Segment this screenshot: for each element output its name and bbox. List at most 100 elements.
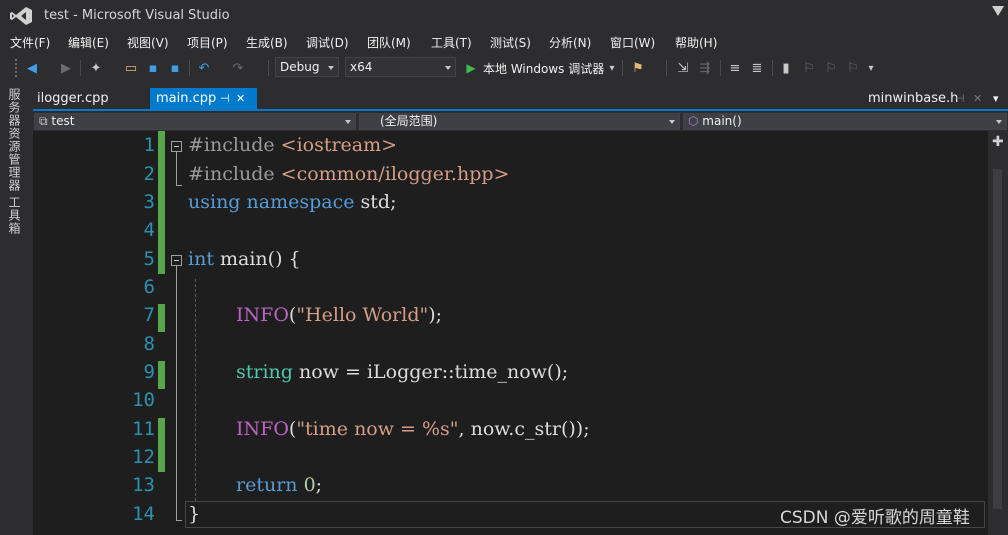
split-window-icon[interactable]: ✚ [992,134,1004,150]
menu-file[interactable]: 文件(F) [10,34,50,51]
chevron-down-icon [445,66,451,70]
toolbox-tab[interactable]: 工具箱 [7,196,23,235]
pin-tab-icon[interactable]: ⊣ [955,88,965,110]
navigate-back-icon[interactable]: ◀ [24,59,40,77]
next-bookmark-icon[interactable]: ⚐ [824,59,838,77]
line-number: 10 [132,389,155,411]
code-line-2: #include <common/ilogger.hpp> [188,163,509,185]
code-editor[interactable]: 1 2 3 4 5 6 7 8 9 10 11 12 13 14 #includ… [33,131,988,535]
menu-help[interactable]: 帮助(H) [675,34,717,51]
indent-guide [195,279,196,501]
solution-platform-dropdown[interactable]: x64 [345,57,456,77]
start-debugging-button[interactable]: 本地 Windows 调试器 [483,59,607,77]
include-header: <common/ilogger.hpp> [280,163,510,185]
line-number: 4 [143,219,155,241]
menu-project[interactable]: 项目(P) [187,34,228,51]
code-line-9: string now = iLogger::time_now(); [236,361,568,383]
menu-tools[interactable]: 工具(T) [431,34,472,51]
macro-name: INFO [236,304,289,326]
type-name: string [236,361,293,383]
menu-window[interactable]: 窗口(W) [610,34,655,51]
saved-change-bar [158,418,165,472]
line-number: 1 [143,134,155,156]
code-line-7: INFO("Hello World"); [236,304,442,326]
platform-value: x64 [350,60,373,74]
line-number: 5 [143,248,155,270]
member-value: main() [702,114,742,128]
line-number: 2 [143,163,155,185]
server-explorer-tab[interactable]: 服务器资源管理器 [7,88,23,192]
toolbar-separator [268,60,269,76]
member-dropdown[interactable]: ⬡ main() [683,113,1007,130]
code-line-1: #include <iostream> [188,134,397,156]
open-file-icon[interactable]: ▭ [123,59,139,77]
bookmark-icon[interactable]: ▮ [780,59,792,77]
toolbar-separator [80,60,81,76]
redo-icon[interactable]: ↷ [230,59,246,77]
uncomment-lines-icon[interactable]: ≣ [750,59,764,77]
clear-bookmarks-icon[interactable]: ⚐ [846,59,860,77]
menu-edit[interactable]: 编辑(E) [68,34,109,51]
undo-icon[interactable]: ↶ [196,59,212,77]
save-all-icon[interactable]: ▪ [167,59,183,77]
menu-bar: 文件(F) 编辑(E) 视图(V) 项目(P) 生成(B) 调试(D) 团队(M… [0,30,1008,52]
keyword: return [236,474,298,496]
comment-lines-icon[interactable]: ≡ [728,59,742,77]
toolbar-overflow-icon[interactable]: ▾ [866,59,876,77]
code-text: ); [428,304,443,326]
tab-ilogger-cpp[interactable]: ilogger.cpp [37,88,109,110]
tab-minwinbase-h[interactable]: minwinbase.h [868,88,958,110]
toolbar-separator [720,60,721,76]
step-icon[interactable]: ⇲ [676,59,690,77]
pin-tab-icon[interactable]: ⊣ [220,88,230,110]
watermark-text: CSDN @爱听歌的周童鞋 [780,508,970,528]
indent-icon[interactable]: ⇶ [698,59,712,77]
code-text: std; [360,191,397,213]
visual-studio-logo-icon [10,7,32,25]
tab-list-dropdown-icon[interactable]: ▾ [993,88,999,110]
vertical-scrollbar[interactable]: ✚ [988,131,1008,535]
chevron-down-icon [345,120,351,124]
run-dropdown-icon[interactable]: ▾ [607,59,617,77]
menu-build[interactable]: 生成(B) [246,34,288,51]
line-number: 14 [132,503,155,525]
previous-bookmark-icon[interactable]: ⚐ [802,59,816,77]
new-project-icon[interactable]: ✦ [88,59,104,77]
code-line-3: using namespace std; [188,191,396,213]
collapse-region-icon[interactable] [171,255,182,266]
string-literal: "Hello World" [296,304,429,326]
number-literal: 0 [303,474,316,496]
close-tab-icon[interactable]: ✕ [236,88,245,110]
code-text: ; [315,474,323,496]
menu-debug[interactable]: 调试(D) [306,34,349,51]
line-number: 11 [132,418,155,440]
start-debugging-play-icon[interactable]: ▶ [464,59,478,77]
toolbar-grip[interactable] [14,58,18,78]
editor-margin [33,131,63,535]
tab-main-cpp[interactable]: main.cpp ⊣ ✕ [150,88,257,110]
close-tab-icon[interactable]: ✕ [973,88,982,110]
scope-value: (全局范围) [380,114,438,128]
project-dropdown[interactable]: ⧉ test [34,113,356,130]
menu-test[interactable]: 测试(S) [490,34,531,51]
toolbar-separator [772,60,773,76]
scope-dropdown[interactable]: (全局范围) [359,113,680,130]
menu-team[interactable]: 团队(M) [367,34,411,51]
menu-analyze[interactable]: 分析(N) [549,34,591,51]
toolbar-separator [189,60,190,76]
menu-view[interactable]: 视图(V) [127,34,169,51]
navigation-bar: ⧉ test (全局范围) ⬡ main() [33,112,1008,131]
find-in-files-icon[interactable]: ⚑ [630,59,646,77]
solution-configuration-dropdown[interactable]: Debug [275,57,339,77]
active-tab-underline [33,109,1008,111]
function-cube-icon: ⬡ [688,114,703,128]
collapse-region-icon[interactable] [171,141,182,152]
preprocessor-directive: #include [188,134,275,156]
notification-flag-icon[interactable] [992,6,1004,16]
standard-toolbar: ◀ ▶ ✦ ▭ ▪ ▪ ↶ ↷ Debug x64 ▶ 本地 Windows 调… [0,54,1008,82]
scrollbar-thumb[interactable] [993,169,1002,509]
code-text: main() { [220,248,301,270]
code-line-14: } [188,503,200,525]
save-icon[interactable]: ▪ [145,59,161,77]
navigate-forward-icon[interactable]: ▶ [58,59,74,77]
